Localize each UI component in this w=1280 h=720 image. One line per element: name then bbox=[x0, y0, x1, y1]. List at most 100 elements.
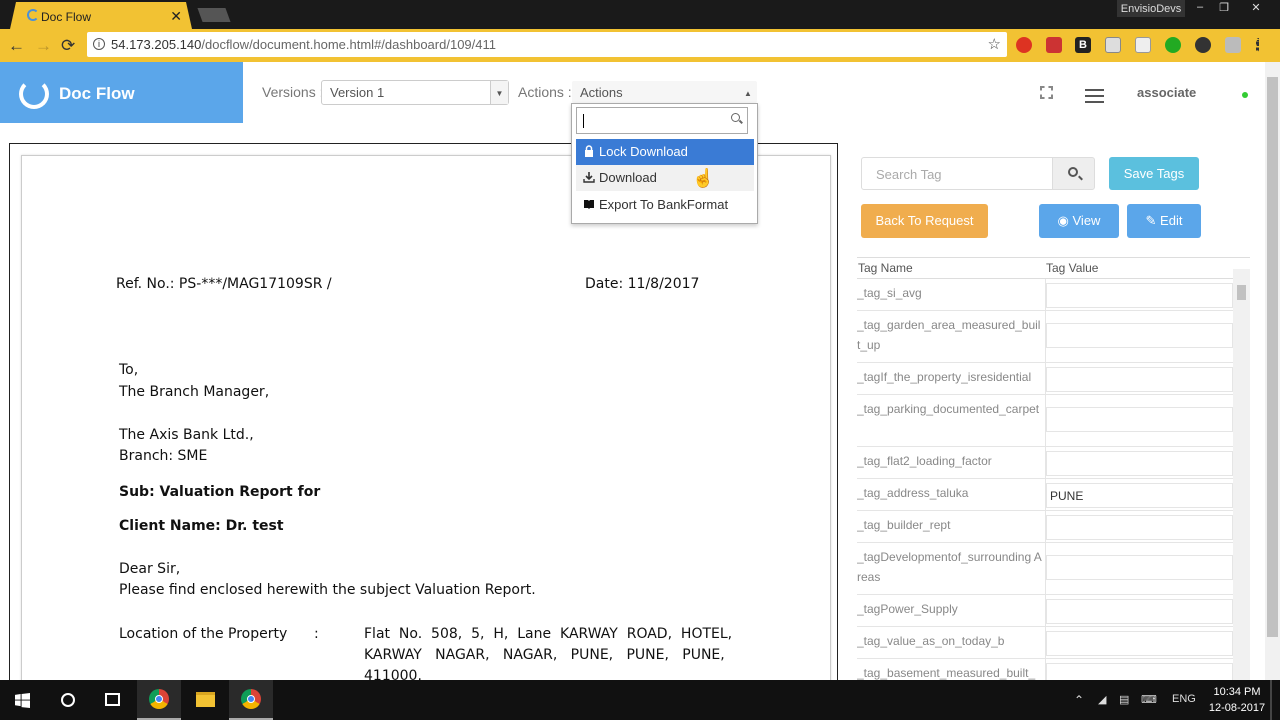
menu-item-label: Export To BankFormat bbox=[599, 197, 729, 212]
reload-icon[interactable]: ⟳ bbox=[61, 36, 75, 56]
tag-value-input[interactable] bbox=[1046, 323, 1233, 348]
browser-tab[interactable]: Doc Flow ✕ bbox=[10, 2, 192, 29]
taskbar-clock[interactable]: 10:34 PM 12-08-2017 bbox=[1207, 684, 1267, 716]
cortana-search-icon[interactable] bbox=[45, 680, 89, 720]
g-extension-icon[interactable] bbox=[1225, 37, 1241, 53]
language-indicator[interactable]: ENG bbox=[1172, 693, 1196, 705]
search-icon bbox=[1068, 167, 1078, 177]
window-close-icon[interactable]: ✕ bbox=[1246, 1, 1266, 16]
menu-item-download[interactable]: Download bbox=[576, 165, 754, 191]
doc-location-line3: 411000. bbox=[364, 668, 422, 680]
opera-extension-icon[interactable] bbox=[1016, 37, 1032, 53]
tag-search-button[interactable] bbox=[1052, 157, 1095, 190]
flag-extension-icon[interactable] bbox=[1046, 37, 1062, 53]
doc-location-line2: KARWAY NAGAR, NAGAR, PUNE, PUNE, PUNE, bbox=[364, 647, 725, 663]
back-icon[interactable]: ← bbox=[8, 36, 25, 56]
table-row: _tag_garden_area_measured_built_up bbox=[857, 311, 1233, 363]
user-name[interactable]: associate bbox=[1137, 85, 1196, 100]
book-icon bbox=[584, 200, 594, 209]
app-brand[interactable]: Doc Flow bbox=[0, 62, 243, 123]
minimize-icon[interactable]: – bbox=[1190, 1, 1210, 16]
actions-search-input[interactable] bbox=[576, 107, 748, 134]
file-explorer-icon[interactable] bbox=[183, 680, 227, 720]
edit-button[interactable]: ✎ Edit bbox=[1127, 204, 1201, 238]
keyboard-icon[interactable]: ⌨ bbox=[1141, 693, 1157, 706]
versions-select[interactable]: Version 1 ▼ bbox=[321, 80, 509, 105]
tag-value-input[interactable] bbox=[1046, 451, 1233, 476]
tag-value-input[interactable] bbox=[1046, 631, 1233, 656]
doc-location-colon: : bbox=[314, 626, 319, 642]
site-info-icon[interactable]: i bbox=[93, 38, 105, 50]
green-extension-icon[interactable] bbox=[1165, 37, 1181, 53]
tag-table-scrollbar-thumb[interactable] bbox=[1237, 285, 1246, 300]
task-view-icon[interactable] bbox=[90, 680, 134, 720]
table-row: _tag_flat2_loading_factor bbox=[857, 447, 1233, 479]
message-icon[interactable]: ▤ bbox=[1119, 693, 1129, 706]
tag-table: Tag Name Tag Value _tag_si_avg _tag_gard… bbox=[857, 257, 1250, 680]
network-icon[interactable]: ◢ bbox=[1098, 693, 1106, 706]
chrome-taskbar-icon-2[interactable] bbox=[229, 680, 273, 720]
table-row: _tag_basement_measured_built_ bbox=[857, 659, 1233, 680]
edit-label: Edit bbox=[1160, 213, 1183, 228]
tag-value-input[interactable] bbox=[1046, 407, 1233, 432]
versions-label: Versions : bbox=[262, 84, 324, 100]
windows-taskbar: ⌃ ◢ ▤ ⌨ ENG bbox=[0, 680, 1280, 720]
table-row: _tagPower_Supply bbox=[857, 595, 1233, 627]
doc-body: Please find enclosed herewith the subjec… bbox=[119, 582, 536, 598]
doc-location-line1: Flat No. 508, 5, H, Lane KARWAY ROAD, HO… bbox=[364, 626, 733, 642]
tray-chevron-up-icon[interactable]: ⌃ bbox=[1074, 693, 1084, 707]
view-button[interactable]: ◉ View bbox=[1039, 204, 1119, 238]
b-extension-icon[interactable]: B bbox=[1075, 37, 1091, 53]
page-scrollbar-thumb[interactable] bbox=[1267, 77, 1278, 637]
restore-icon[interactable]: ❐ bbox=[1214, 1, 1234, 16]
eye-icon: ◉ bbox=[1057, 213, 1073, 228]
back-to-request-button[interactable]: Back To Request bbox=[861, 204, 988, 238]
tag-name-cell: _tag_value_as_on_today_b bbox=[857, 634, 1005, 648]
windows-start-icon[interactable] bbox=[0, 680, 44, 720]
doc-ref-number: Ref. No.: PS-***/MAG17109SR / bbox=[116, 276, 332, 292]
text-caret bbox=[583, 114, 584, 128]
tab-close-icon[interactable]: ✕ bbox=[170, 8, 182, 25]
picture-extension-icon[interactable] bbox=[1105, 37, 1121, 53]
tag-value-input[interactable] bbox=[1046, 555, 1233, 580]
table-row: _tagDevelopmentof_surrounding Areas bbox=[857, 543, 1233, 595]
search-icon bbox=[731, 113, 740, 122]
download-icon bbox=[583, 172, 595, 183]
docflow-logo-icon bbox=[19, 79, 49, 109]
tag-value-input[interactable] bbox=[1046, 663, 1233, 680]
forward-icon[interactable]: → bbox=[35, 36, 52, 56]
tag-name-cell: _tagIf_the_property_isresidential bbox=[857, 370, 1032, 384]
address-bar[interactable]: i 54.173.205.140/docflow/document.home.h… bbox=[87, 32, 1007, 57]
new-tab-button[interactable] bbox=[197, 8, 231, 22]
page-scrollbar[interactable] bbox=[1265, 62, 1280, 680]
tag-value-input[interactable] bbox=[1046, 599, 1233, 624]
show-desktop-button[interactable] bbox=[1270, 680, 1272, 720]
window-user-badge[interactable]: EnvisioDevs bbox=[1117, 0, 1185, 17]
dark-extension-icon[interactable] bbox=[1195, 37, 1211, 53]
doc-location-label: Location of the Property bbox=[119, 626, 288, 642]
document-viewer[interactable] bbox=[9, 143, 838, 683]
actions-select[interactable]: Actions ▲ bbox=[571, 80, 758, 104]
bookmark-star-icon[interactable]: ☆ bbox=[988, 35, 1001, 53]
tag-value-input[interactable] bbox=[1046, 283, 1233, 308]
tag-name-cell: _tag_address_taluka bbox=[857, 486, 969, 500]
table-row: _tag_address_taluka PUNE bbox=[857, 479, 1233, 511]
save-tags-button[interactable]: Save Tags bbox=[1109, 157, 1199, 190]
tag-value-input[interactable] bbox=[1046, 367, 1233, 392]
tag-table-scrollbar[interactable] bbox=[1233, 269, 1250, 680]
menu-item-label: Lock Download bbox=[599, 144, 688, 159]
list-extension-icon[interactable] bbox=[1135, 37, 1151, 53]
browser-menu-icon[interactable] bbox=[1256, 38, 1260, 52]
tag-value-input[interactable]: PUNE bbox=[1046, 483, 1233, 508]
menu-item-export-bankformat[interactable]: Export To BankFormat bbox=[576, 192, 754, 218]
tag-search-input[interactable]: Search Tag bbox=[861, 157, 1053, 190]
chrome-taskbar-icon[interactable] bbox=[137, 680, 181, 720]
menu-item-label: Download bbox=[599, 170, 657, 185]
doc-client: Client Name: Dr. test bbox=[119, 518, 284, 534]
tag-value-input[interactable] bbox=[1046, 515, 1233, 540]
tag-name-cell: _tag_flat2_loading_factor bbox=[857, 454, 992, 468]
hamburger-menu-icon[interactable] bbox=[1085, 89, 1104, 103]
edit-icon: ✎ bbox=[1145, 213, 1161, 228]
actions-selected-value: Actions bbox=[580, 85, 623, 100]
menu-item-lock-download[interactable]: Lock Download bbox=[576, 139, 754, 165]
